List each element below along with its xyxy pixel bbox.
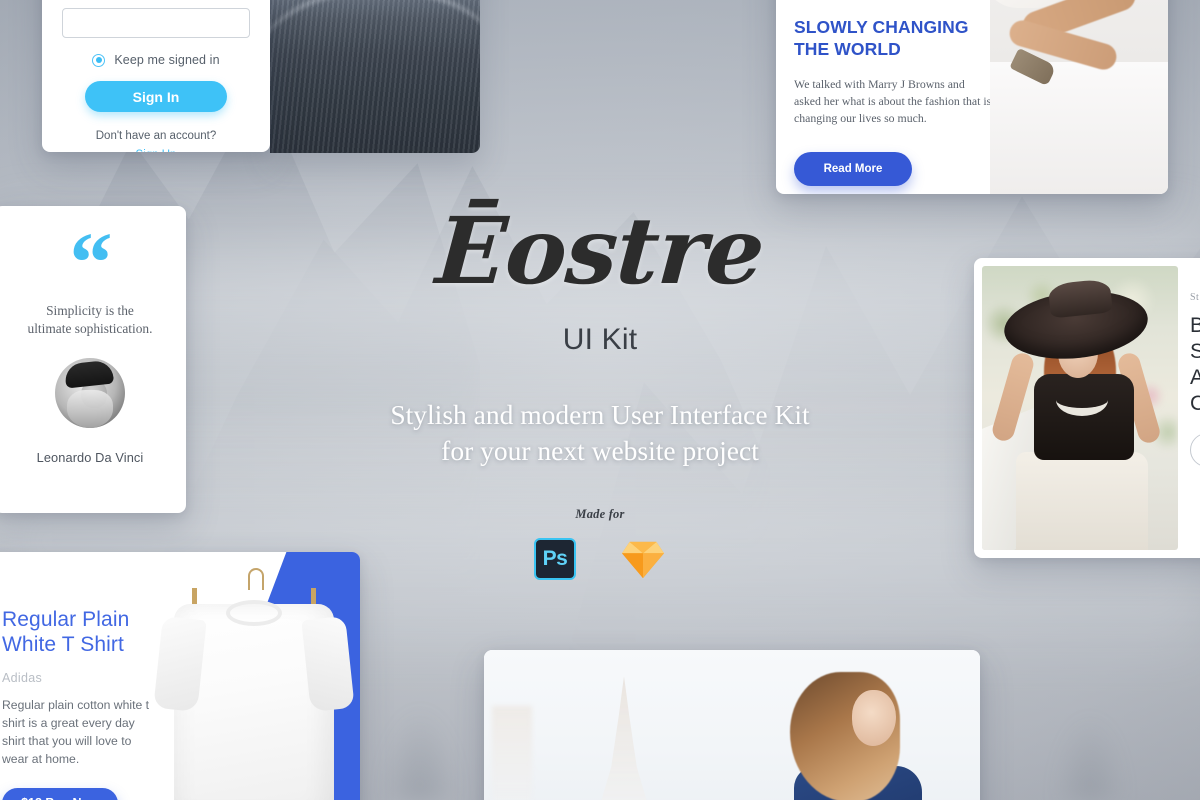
product-description: Regular plain cotton white t shirt is a … [2, 697, 150, 766]
sign-up-link[interactable]: Sign Up [136, 149, 177, 152]
paris-building-shape [492, 706, 532, 800]
model-title-line-3: A [1190, 366, 1200, 390]
model-card: St B S A C [974, 258, 1200, 558]
water-ripple-texture [270, 0, 480, 153]
login-card-photo [270, 0, 480, 153]
article-title-line-1: SLOWLY CHANGING [794, 17, 969, 37]
product-brand: Adidas [2, 670, 43, 685]
quote-line-1: Simplicity is the [46, 303, 134, 318]
login-card: Keep me signed in Sign In Don't have an … [42, 0, 270, 152]
model-title-line-4: C [1190, 392, 1200, 416]
tshirt-collar [226, 600, 282, 626]
article-body-text: We talked with Marry J Browns and asked … [794, 77, 992, 125]
model-card-title: B S A C [1190, 313, 1200, 417]
keep-signed-in-radio[interactable] [92, 53, 106, 67]
model-card-circle-button[interactable] [1190, 433, 1200, 468]
keep-signed-in-label: Keep me signed in [114, 53, 220, 67]
model-card-kicker: St [1190, 292, 1200, 303]
product-card-body: Regular Plain White T Shirt Adidas Regul… [0, 552, 168, 800]
article-title-line-2: THE WORLD [794, 39, 901, 60]
hanger-hook-icon [248, 568, 264, 590]
quote-author: Leonardo Da Vinci [36, 449, 144, 465]
article-card-photo [990, 0, 1168, 194]
login-card-body: Keep me signed in Sign In Don't have an … [42, 8, 270, 152]
buy-now-button[interactable]: $18 Buy Now [2, 787, 118, 800]
article-card: SLOWLY CHANGING THE WORLD We talked with… [776, 0, 1168, 194]
product-title: Regular Plain White T Shirt [2, 608, 168, 658]
avatar-beard-shape [67, 389, 113, 428]
model-card-photo [982, 266, 1178, 550]
quote-card-body: “ Simplicity is the ultimate sophisticat… [0, 206, 186, 465]
no-account-label: Don't have an account? [95, 130, 217, 142]
quote-text: Simplicity is the ultimate sophisticatio… [10, 302, 170, 338]
avatar-hat-shape [63, 359, 115, 389]
product-card-photo [153, 558, 355, 800]
article-title: SLOWLY CHANGING THE WORLD [794, 16, 990, 60]
keep-signed-in-row[interactable]: Keep me signed in [62, 53, 250, 67]
article-card-body: SLOWLY CHANGING THE WORLD We talked with… [776, 0, 991, 187]
promo-canvas: Keep me signed in Sign In Don't have an … [0, 0, 1200, 800]
paris-card: PARIS FASHION WEEK [484, 650, 980, 800]
photo-podium-block [990, 62, 1168, 194]
quote-line-2: ultimate sophistication. [27, 320, 153, 336]
avatar [55, 357, 125, 428]
tshirt-sleeve-right [301, 615, 355, 713]
read-more-button[interactable]: Read More [794, 152, 912, 187]
product-title-line-2: White T Shirt [2, 632, 124, 656]
model-card-body: St B S A C [1190, 292, 1200, 468]
model-trousers-shape [1016, 452, 1148, 550]
radio-dot-icon [95, 57, 102, 63]
product-title-line-1: Regular Plain [2, 608, 130, 631]
model-title-line-1: B [1190, 314, 1200, 337]
quote-card: “ Simplicity is the ultimate sophisticat… [0, 206, 186, 513]
sign-in-button[interactable]: Sign In [85, 81, 227, 112]
product-card: Regular Plain White T Shirt Adidas Regul… [0, 552, 360, 800]
email-field[interactable] [62, 8, 250, 38]
tshirt-shape [153, 600, 355, 800]
model-title-line-2: S [1190, 340, 1200, 364]
quote-mark-icon: “ [69, 214, 113, 310]
model-necklace-shape [1056, 384, 1108, 416]
paris-card-photo [764, 650, 954, 800]
